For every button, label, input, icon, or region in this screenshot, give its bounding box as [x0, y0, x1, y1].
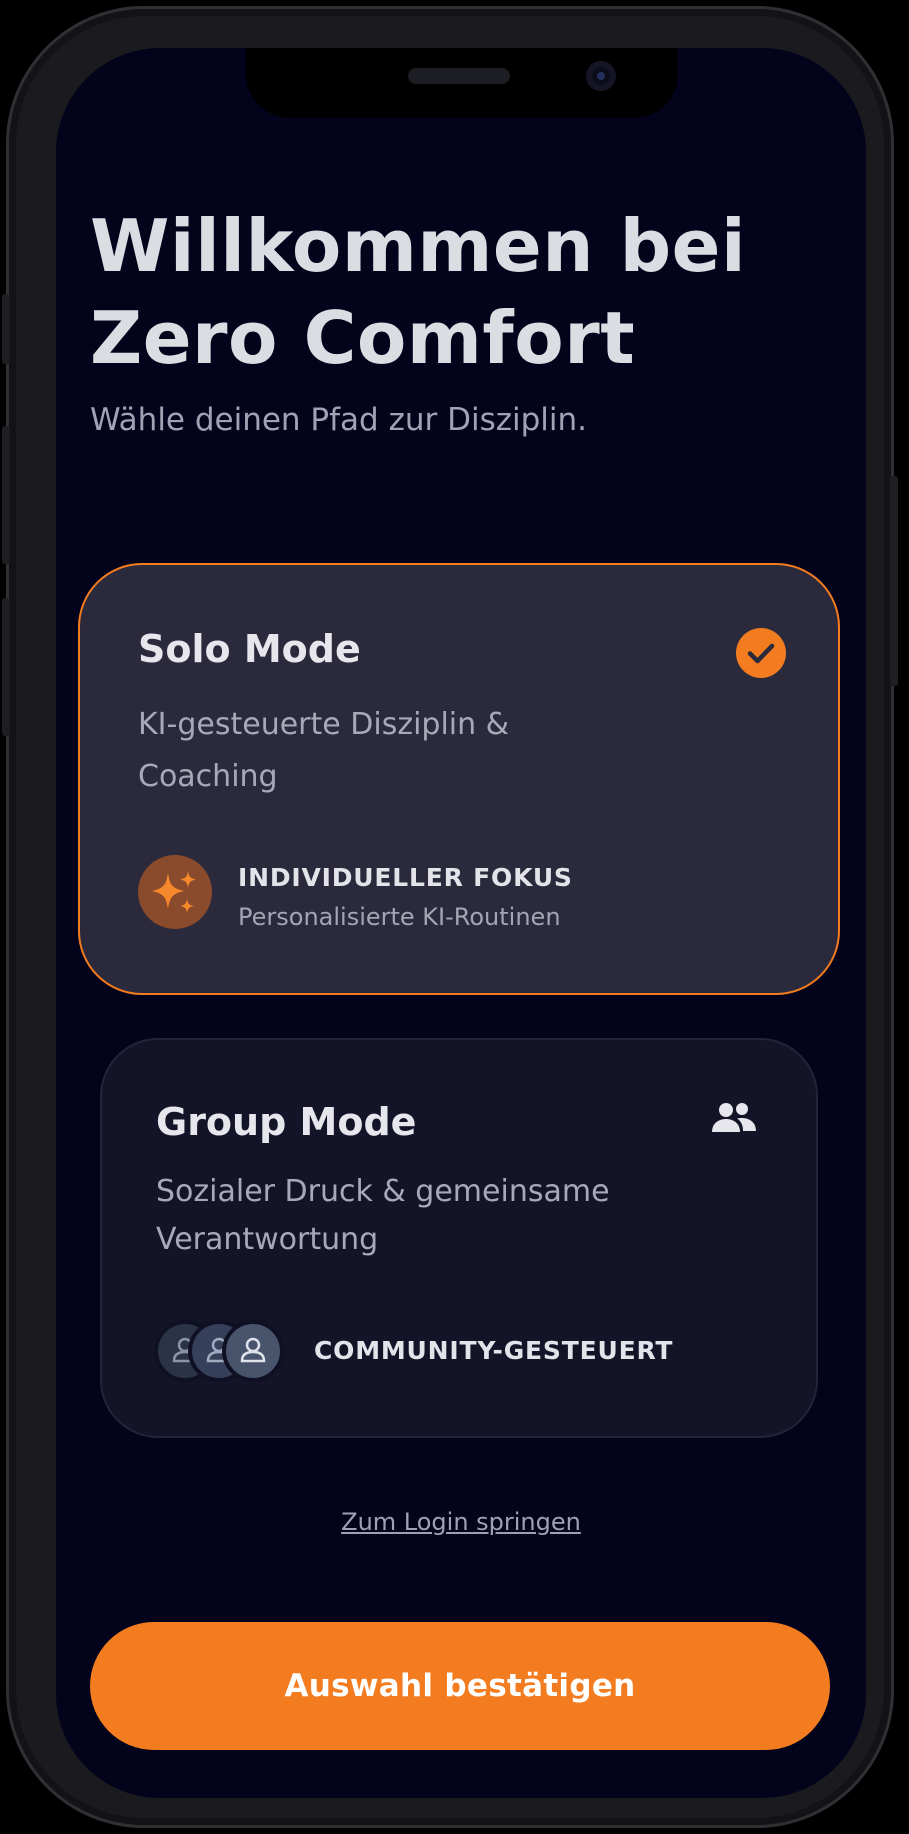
group-description-line-2: Verantwortung — [156, 1222, 379, 1257]
side-button-volume-up — [2, 426, 10, 564]
confirm-button[interactable]: Auswahl bestätigen — [90, 1622, 830, 1750]
solo-mode-card[interactable]: Solo Mode KI-gesteuerte Disziplin & Coac… — [78, 563, 840, 995]
title-line-1: Willkommen bei — [90, 204, 747, 288]
solo-description-line-2: Coaching — [138, 759, 278, 794]
group-mode-card[interactable]: Group Mode Sozialer Druck & gemeinsame V… — [100, 1038, 818, 1438]
page-title: Willkommen bei Zero Comfort — [90, 200, 850, 384]
phone-frame: Willkommen bei Zero Comfort Wähle deinen… — [2, 6, 898, 1828]
camera-icon — [586, 61, 616, 91]
speaker-grille — [408, 68, 510, 84]
group-mode-title: Group Mode — [156, 1100, 417, 1144]
member-avatar-3 — [222, 1320, 284, 1382]
notch — [246, 48, 678, 118]
solo-mode-description: KI-gesteuerte Disziplin & Coaching — [138, 699, 509, 803]
solo-feature-subtitle: Personalisierte KI-Routinen — [238, 903, 561, 931]
solo-description-line-1: KI-gesteuerte Disziplin & — [138, 707, 510, 742]
group-description-line-1: Sozialer Druck & gemeinsame — [156, 1174, 610, 1209]
group-mode-description: Sozialer Druck & gemeinsame Verantwortun… — [156, 1168, 610, 1264]
group-feature-title: COMMUNITY-GESTEUERT — [314, 1336, 674, 1365]
sparkles-icon — [138, 855, 212, 929]
login-link[interactable]: Zum Login springen — [56, 1506, 866, 1538]
side-button-volume-down — [2, 598, 10, 736]
title-line-2: Zero Comfort — [90, 296, 636, 380]
page-subtitle: Wähle deinen Pfad zur Disziplin. — [90, 402, 588, 438]
check-circle-icon — [736, 628, 786, 678]
group-icon — [710, 1098, 758, 1138]
side-button-power — [890, 476, 898, 686]
solo-feature-title: INDIVIDUELLER FOKUS — [238, 863, 573, 892]
side-button-silent — [2, 294, 10, 364]
app-screen: Willkommen bei Zero Comfort Wähle deinen… — [56, 48, 866, 1798]
solo-mode-title: Solo Mode — [138, 627, 361, 671]
